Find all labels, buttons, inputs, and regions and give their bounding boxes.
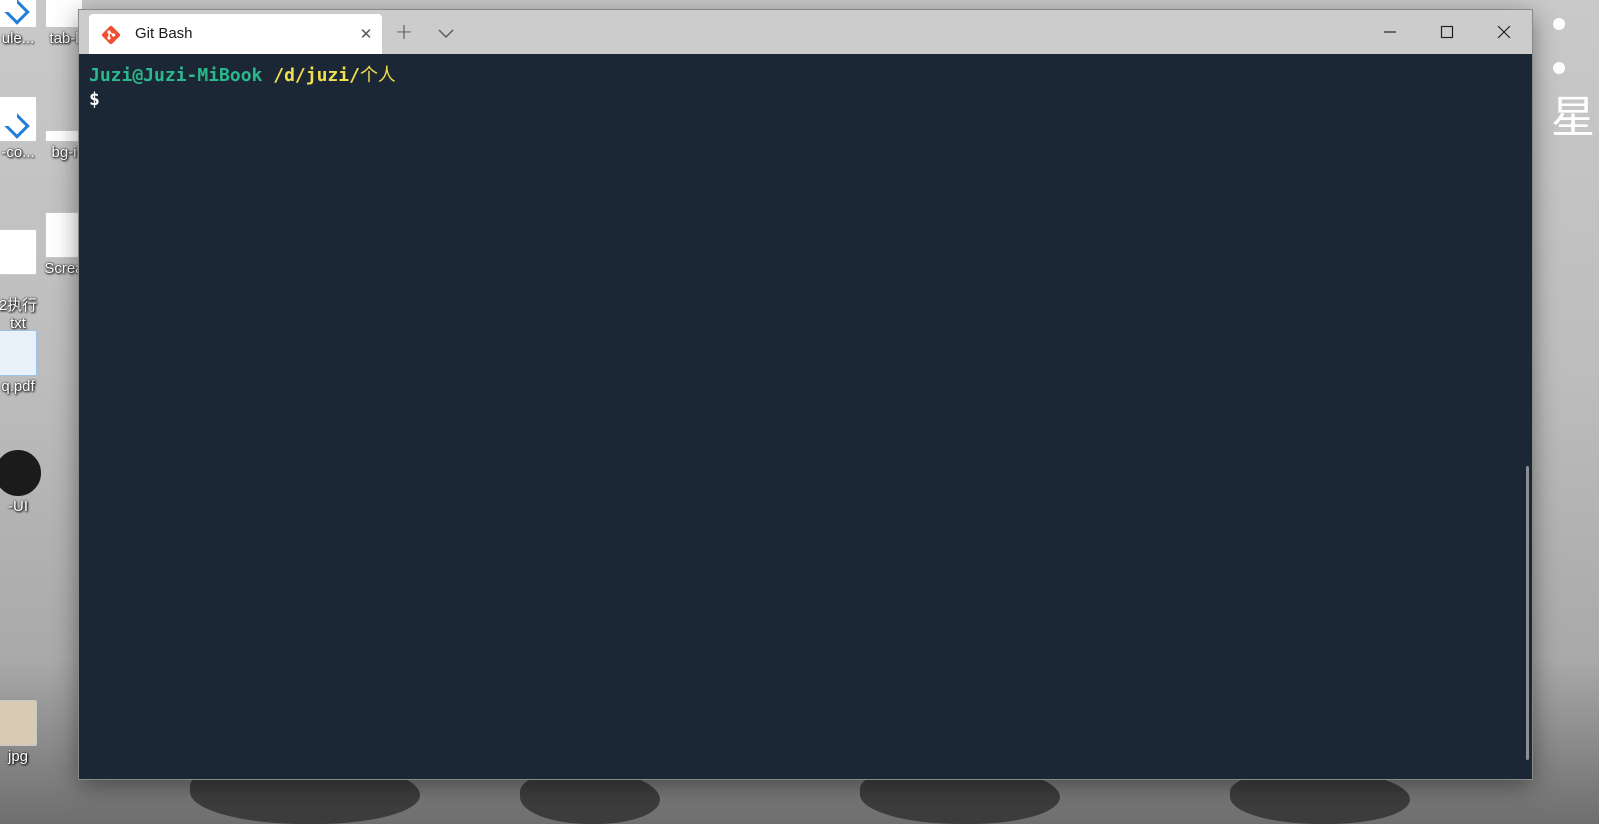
prompt-line: Juzi@Juzi-MiBook /d/juzi/个人: [89, 64, 396, 88]
prompt-path-suffix: 个人: [359, 65, 396, 86]
input-line[interactable]: $: [89, 88, 100, 112]
maximize-button[interactable]: [1418, 10, 1475, 54]
desktop-icon[interactable]: jpg: [0, 700, 58, 765]
desktop-icon-label: tab-l: [49, 30, 79, 47]
widget-dot: [1553, 18, 1565, 30]
minimize-button[interactable]: [1361, 10, 1418, 54]
image-file-icon: [0, 700, 37, 746]
widget-text: 星: [1551, 92, 1595, 143]
close-icon: [1497, 25, 1511, 39]
pdf-file-icon: [0, 330, 37, 376]
desktop-icon-label: jpg: [7, 748, 29, 765]
prompt-symbol: $: [89, 89, 100, 110]
file-icon: [45, 130, 83, 142]
tab-title: Git Bash: [135, 25, 193, 42]
terminal-window: Git Bash ✕ + Juzi@Juzi-MiBook /d/juzi/个人…: [79, 10, 1532, 779]
prompt-path: /d/juzi/: [273, 65, 360, 86]
desktop-icon-label: Screa: [44, 260, 84, 277]
desktop-icon-label: bg-i: [51, 144, 77, 161]
title-bar[interactable]: Git Bash ✕ +: [79, 10, 1532, 54]
tab-git-bash[interactable]: Git Bash ✕: [89, 14, 382, 54]
app-icon: [0, 450, 41, 496]
git-icon: [101, 25, 121, 45]
tab-close-button[interactable]: ✕: [356, 24, 376, 44]
desktop-widget: 星: [1539, 0, 1599, 200]
desktop-icon[interactable]: q.pdf: [0, 330, 58, 395]
chevron-down-icon: [438, 29, 454, 38]
desktop-icon-label: 2执行 txt: [0, 297, 38, 332]
desktop-icon-label: q.pdf: [1, 378, 35, 395]
maximize-icon: [1440, 25, 1454, 39]
tab-dropdown-button[interactable]: [430, 18, 462, 48]
close-button[interactable]: [1475, 10, 1532, 54]
terminal-area[interactable]: Juzi@Juzi-MiBook /d/juzi/个人 $: [79, 54, 1532, 779]
prompt-user-host: Juzi@Juzi-MiBook: [89, 65, 263, 86]
minimize-icon: [1384, 31, 1396, 33]
file-icon: [45, 0, 83, 28]
desktop-icon[interactable]: -UI: [0, 450, 58, 515]
desktop-icon-label: -UI: [8, 498, 28, 515]
scrollbar[interactable]: [1526, 466, 1529, 760]
new-tab-button[interactable]: +: [388, 18, 420, 48]
widget-dot: [1553, 62, 1565, 74]
file-icon: [45, 212, 83, 258]
